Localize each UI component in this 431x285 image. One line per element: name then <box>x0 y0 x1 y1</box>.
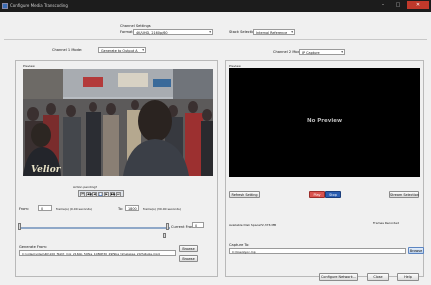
from-input[interactable]: 0 <box>38 205 52 211</box>
divider <box>4 39 427 40</box>
transport-bar: ⏮ ◀◀ ◀ ■ ▶ ▶▶ ⏭ <box>78 190 124 197</box>
capture-to-input[interactable]: C:\Users\joc.mp <box>229 248 406 254</box>
window-title: Configure Media Transcoding <box>10 3 68 8</box>
crowd-scene-image: Velior <box>23 69 213 176</box>
play-icon[interactable]: ▶ <box>104 191 109 197</box>
format-label: Format: <box>120 30 134 34</box>
close-button[interactable]: Close <box>367 273 389 281</box>
frames-recorded-label: Frames Recorded <box>373 221 399 225</box>
capture-to-value: C:\Users\joc.mp <box>232 249 256 254</box>
video-watermark: Velior <box>31 165 62 175</box>
from-value: 0 <box>41 206 44 211</box>
slider-handle-start[interactable] <box>18 223 21 230</box>
channel1-mode-label: Channel 1 Mode: <box>52 48 83 52</box>
to-input[interactable]: 1800 <box>125 205 139 211</box>
chevron-down-icon: ▾ <box>142 48 144 52</box>
channel1-mode-select[interactable]: Generate to Output A ▾ <box>98 47 146 53</box>
close-icon[interactable]: ✕ <box>407 1 429 9</box>
generate-from-input[interactable]: C:\video\video\4K\100_flight_mix_2160p_5… <box>19 250 176 256</box>
stop-icon[interactable]: ■ <box>98 191 103 197</box>
format-select[interactable]: 4K/UHD, 2160p/60 ▾ <box>133 29 213 35</box>
video-preview: Velior <box>23 69 213 176</box>
configure-network-button[interactable]: Configure Network... <box>319 273 358 281</box>
fast-forward-icon[interactable]: ▶▶ <box>110 191 116 197</box>
no-preview-text: No Preview <box>306 118 343 124</box>
channel1-mode-value: Generate to Output A <box>101 48 138 53</box>
to-value: 1800 <box>128 206 137 211</box>
skip-end-icon[interactable]: ⏭ <box>116 191 121 197</box>
chevron-down-icon: ▾ <box>209 30 211 34</box>
capture-to-label: Capture To: <box>229 243 250 247</box>
title-bar: Configure Media Transcoding – □ ✕ <box>0 0 431 12</box>
app-icon <box>2 3 8 9</box>
stack-selection-select[interactable]: Internal Reference ▾ <box>253 29 295 35</box>
to-label: To: <box>118 207 123 211</box>
channel2-preview: No Preview <box>229 68 420 177</box>
slider-handle-end[interactable] <box>166 223 169 230</box>
from-suffix: frame(s) (0.00 seconds) <box>56 207 92 211</box>
play-button[interactable]: Play <box>309 191 325 198</box>
stack-selection-value: Internal Reference <box>256 30 288 35</box>
channel-settings-title: Channel Settings <box>120 24 151 28</box>
left-preview-label: Preview <box>23 64 35 68</box>
minimize-icon[interactable]: – <box>376 1 390 9</box>
current-frame-marker[interactable] <box>163 233 166 238</box>
format-value: 4K/UHD, 2160p/60 <box>136 30 168 35</box>
from-label: From: <box>19 207 30 211</box>
to-suffix: frame(s) (30.00 seconds) <box>143 207 181 211</box>
channel2-mode-value: IP Capture <box>302 50 320 55</box>
step-back-icon[interactable]: ◀ <box>92 191 97 197</box>
chevron-down-icon: ▾ <box>291 30 293 34</box>
browse-capture-button[interactable]: Browse <box>408 247 424 254</box>
disk-space-label: Available Disk Space: <box>229 223 262 227</box>
browse-button[interactable]: Browse <box>179 245 198 252</box>
generate-from-value: C:\video\video\4K\100_flight_mix_2160p_5… <box>22 251 160 256</box>
maximize-icon[interactable]: □ <box>391 1 405 9</box>
stop-button[interactable]: Stop <box>325 191 341 198</box>
refresh-setting-button[interactable]: Refresh Setting <box>229 191 260 198</box>
chevron-down-icon: ▾ <box>341 50 343 54</box>
skip-start-icon[interactable]: ⏮ <box>80 191 85 197</box>
channel2-mode-select[interactable]: IP Capture ▾ <box>299 49 345 55</box>
rewind-icon[interactable]: ◀◀ <box>86 191 92 197</box>
help-button[interactable]: Help <box>397 273 419 281</box>
stream-selection-button[interactable]: Stream Selection <box>389 191 419 198</box>
current-frame-value: 0 <box>195 223 198 228</box>
browse-button-2[interactable]: Browse <box>179 255 198 262</box>
action-pending-label: Action pending? <box>73 185 98 189</box>
frame-slider-track[interactable] <box>20 227 170 229</box>
disk-space-value: 72,376 MB <box>260 223 277 227</box>
generate-from-label: Generate From: <box>19 245 48 249</box>
current-frame-input[interactable]: 0 <box>192 222 204 228</box>
